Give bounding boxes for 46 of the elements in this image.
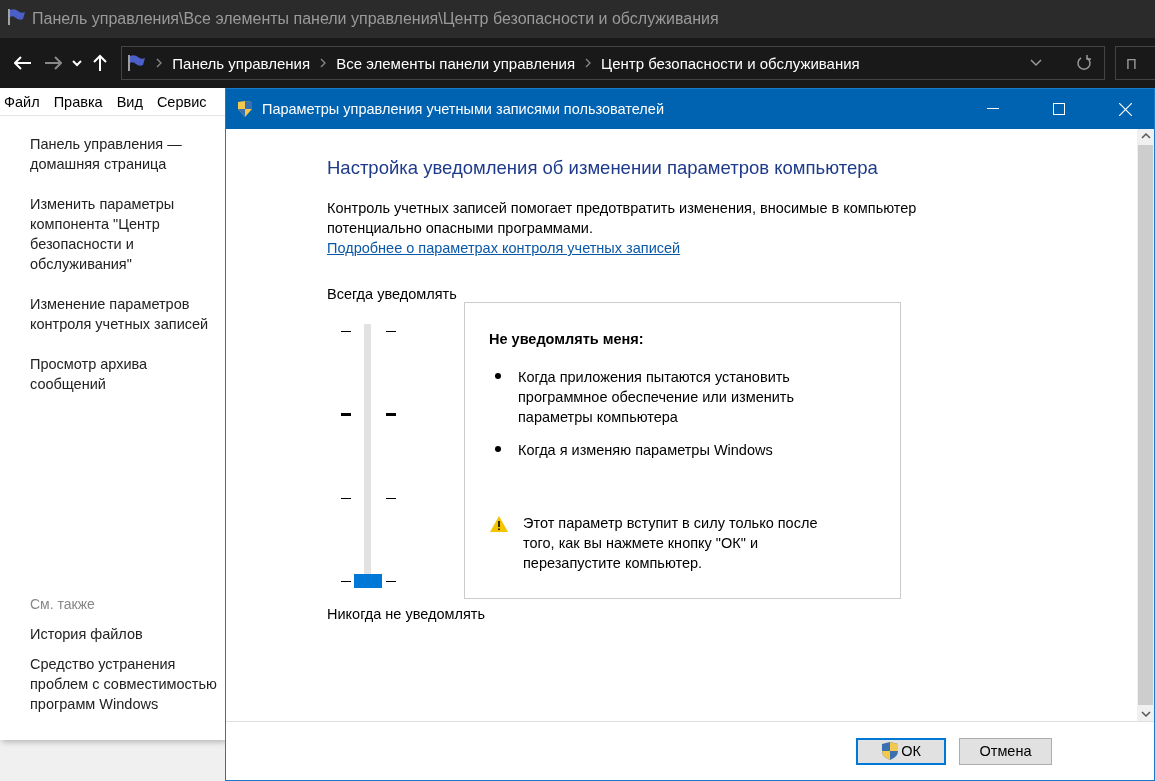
slider-bottom-label: Никогда не уведомлять — [327, 605, 486, 624]
flag-icon — [6, 8, 26, 26]
menu-item[interactable]: Вид — [116, 93, 143, 110]
sidebar-link[interactable]: Изменение параметров контроля учетных записей — [30, 294, 220, 334]
close-icon — [1118, 102, 1132, 116]
help-link[interactable]: Подробнее о параметрах контроля учетных записей — [327, 240, 681, 256]
menu-item[interactable]: Правка — [53, 93, 103, 110]
shield-icon — [881, 741, 900, 761]
breadcrumb[interactable]: Панель управления — [172, 54, 311, 72]
bullet-icon — [495, 446, 501, 452]
scrollbar[interactable] — [1137, 129, 1154, 721]
window-title: Панель управления\Все элементы панели управления\Центр безопасности и обслуживания — [32, 10, 719, 28]
bullet-text: Когда приложения пытаются установить программное обеспечение или изменить параметры компьютера — [518, 368, 796, 427]
warning-text: Этот параметр вступит в силу только после того, как вы нажмете кнопку "ОК" и перезапустите компьютер. — [523, 514, 819, 573]
dialog-title: Параметры управления учетными записями пользователей — [262, 101, 665, 117]
bullet-icon — [495, 373, 501, 379]
chevron-icon — [585, 58, 592, 68]
see-also-heading: См. также — [30, 595, 96, 614]
sidebar-link[interactable]: Просмотр архива сообщений — [30, 354, 220, 394]
flag-icon — [126, 54, 147, 72]
minimize-icon — [987, 108, 999, 110]
dialog-heading: Настройка уведомления об изменении параметров компьютера — [327, 157, 879, 179]
sidebar-link[interactable]: Панель управления — домашняя страница — [30, 134, 220, 174]
info-title: Не уведомлять меня: — [489, 330, 645, 349]
search-field[interactable]: П — [1115, 46, 1155, 80]
slider-top-label: Всегда уведомлять — [327, 285, 458, 304]
chevron-icon — [156, 58, 163, 68]
refresh-icon[interactable] — [1076, 55, 1092, 71]
sidebar-link[interactable]: Изменить параметры компонента "Центр безопасности и обслуживания" — [30, 194, 220, 274]
address-bar[interactable]: Панель управления Все элементы панели управления Центр безопасности и обслуживания — [121, 46, 1105, 80]
sidebar-link[interactable]: Средство устранения проблем с совместимостью программ Windows — [30, 654, 220, 714]
breadcrumb[interactable]: Все элементы панели управления — [336, 54, 576, 72]
warning-icon — [489, 515, 509, 533]
sidebar-link[interactable]: История файлов — [30, 624, 220, 644]
chevron-down-icon[interactable] — [1030, 59, 1042, 67]
shield-icon — [236, 100, 254, 118]
slider-thumb[interactable] — [354, 574, 382, 588]
maximize-icon — [1053, 103, 1065, 115]
menu-item[interactable]: Сервис — [156, 93, 207, 110]
menu-item[interactable]: Файл — [4, 93, 40, 110]
cancel-button[interactable]: Отмена — [959, 737, 1052, 765]
chevron-icon — [320, 58, 327, 68]
ok-button[interactable]: ОК — [856, 737, 946, 765]
bullet-text: Когда я изменяю параметры Windows — [518, 441, 774, 460]
breadcrumb[interactable]: Центр безопасности и обслуживания — [601, 54, 860, 72]
description-text: Контроль учетных записей помогает предотвратить изменения, вносимые в компьютер потенциально опасными программами. — [327, 199, 918, 238]
